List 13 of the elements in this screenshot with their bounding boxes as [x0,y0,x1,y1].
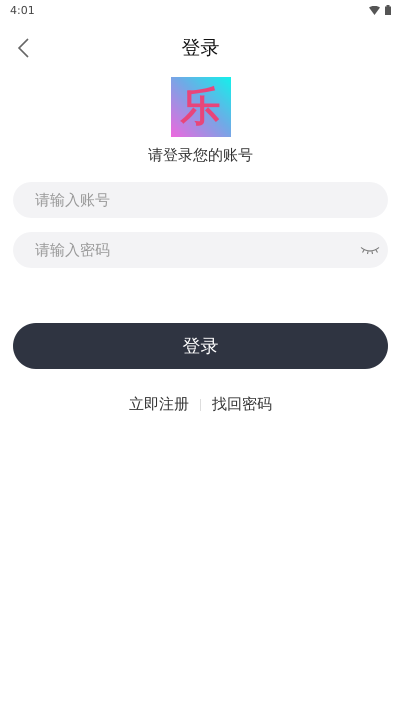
password-field[interactable]: 请输入密码 [13,232,388,268]
text-link[interactable]: 立即注册 [129,395,189,414]
back-icon[interactable] [17,38,29,58]
text-link[interactable]: 找回密码 [212,395,272,414]
battery-icon [385,5,391,15]
account-field[interactable]: 请输入账号 [13,182,388,218]
wifi-icon [369,6,380,14]
login-prompt: 请登录您的账号 [148,146,253,165]
eye-closed-icon[interactable] [360,246,380,254]
login-button[interactable]: 登录 [13,323,388,369]
app-logo: 乐 [170,77,230,137]
page-title: 登录 [182,36,220,61]
status-time: 4:01 [10,4,35,16]
